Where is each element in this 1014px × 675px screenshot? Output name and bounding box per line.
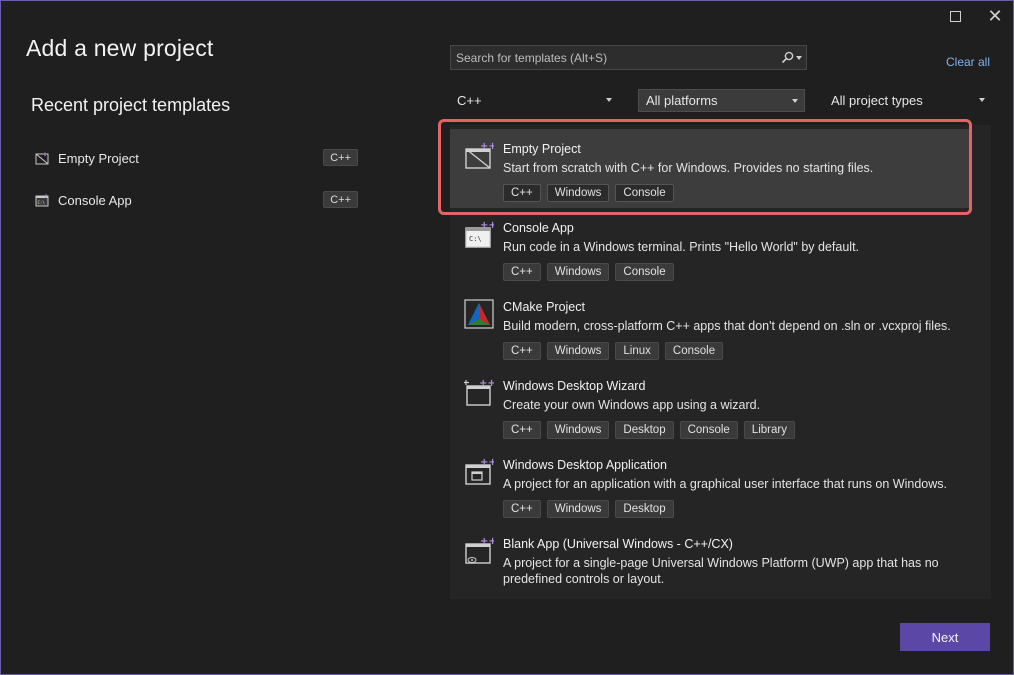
empty-project-icon: [34, 151, 50, 165]
chevron-down-icon: [792, 99, 798, 103]
cmake-icon: [464, 299, 494, 329]
template-tag: Windows: [546, 184, 610, 202]
template-description: Build modern, cross-platform C++ apps th…: [503, 319, 951, 333]
dialog-window: ✕ Add a new project Recent project templ…: [0, 0, 1014, 675]
svg-text:++: ++: [480, 220, 494, 231]
template-name: Empty Project: [503, 142, 581, 156]
template-tag: C++: [503, 500, 541, 518]
template-windows-desktop-application[interactable]: ++ Windows Desktop Application A project…: [450, 445, 970, 524]
recent-item-label: Console App: [58, 192, 132, 208]
template-name: CMake Project: [503, 300, 585, 314]
template-tags: C++ Windows Desktop: [503, 500, 674, 518]
svg-text:++: ++: [480, 536, 494, 547]
recent-item-empty-project[interactable]: Empty Project C++: [31, 145, 361, 171]
search-options-button[interactable]: [776, 46, 806, 69]
template-tag: Windows: [546, 263, 610, 281]
search-icon: [781, 51, 793, 64]
template-tags: C++ Windows Desktop Console Library: [503, 421, 795, 439]
template-description: Create your own Windows app using a wiza…: [503, 398, 761, 412]
template-tag: Console: [615, 263, 674, 281]
template-tags: C++ Windows Console: [503, 263, 674, 281]
template-console-app[interactable]: C:\ ++ Console App Run code in a Windows…: [450, 208, 970, 287]
maximize-button[interactable]: [940, 5, 970, 27]
template-windows-desktop-wizard[interactable]: ++ Windows Desktop Wizard Create your ow…: [450, 366, 970, 445]
close-icon: ✕: [987, 5, 1003, 26]
template-blank-app-uwp[interactable]: ++ Blank App (Universal Windows - C++/CX…: [450, 524, 970, 599]
next-button[interactable]: Next: [900, 623, 990, 651]
close-button[interactable]: ✕: [980, 5, 1010, 27]
svg-text:C:\: C:\: [37, 200, 45, 205]
recent-item-tag: C++: [323, 191, 358, 208]
svg-text:++: ++: [480, 141, 494, 152]
template-name: Windows Desktop Application: [503, 458, 667, 472]
platform-filter-dropdown[interactable]: All platforms: [638, 89, 805, 112]
recent-item-label: Empty Project: [58, 150, 139, 166]
template-search-box: [450, 45, 807, 70]
template-description: Run code in a Windows terminal. Prints "…: [503, 240, 860, 254]
template-cmake-project[interactable]: CMake Project Build modern, cross-platfo…: [450, 287, 970, 366]
recent-item-tag: C++: [323, 149, 358, 166]
template-tag: Desktop: [615, 500, 674, 518]
console-app-icon: C:\ ++: [464, 220, 497, 250]
template-tag: Library: [743, 421, 795, 439]
template-tag: Windows: [546, 500, 610, 518]
template-tag: Console: [615, 184, 674, 202]
platform-filter-value: All platforms: [646, 93, 718, 108]
recent-templates-heading: Recent project templates: [31, 95, 231, 115]
maximize-icon: [949, 10, 961, 22]
template-tag: Windows: [546, 342, 610, 360]
language-filter-value: C++: [457, 93, 482, 108]
clear-all-link[interactable]: Clear all: [946, 55, 990, 69]
template-list[interactable]: ++ Empty Project Start from scratch with…: [450, 125, 991, 599]
language-filter-dropdown[interactable]: C++: [450, 89, 618, 112]
svg-text:++: ++: [480, 457, 494, 468]
template-description: A project for an application with a grap…: [503, 477, 947, 491]
template-tags: C++ Windows Console: [503, 184, 674, 202]
svg-text:++: ++: [479, 378, 494, 389]
chevron-down-icon: [606, 98, 612, 102]
template-name: Console App: [503, 221, 574, 235]
template-tag: C++: [503, 184, 541, 202]
wizard-icon: ++: [464, 378, 496, 408]
uwp-app-icon: ++: [464, 536, 497, 566]
template-empty-project[interactable]: ++ Empty Project Start from scratch with…: [450, 129, 970, 208]
svg-text:C:\: C:\: [469, 235, 482, 243]
template-tag: C++: [503, 342, 541, 360]
template-tags: C++ Windows Linux Console: [503, 342, 724, 360]
console-app-icon: C:\: [34, 193, 50, 207]
recent-item-console-app[interactable]: C:\ Console App C++: [31, 187, 361, 213]
search-input[interactable]: [451, 46, 776, 69]
template-tag: C++: [503, 263, 541, 281]
template-name: Windows Desktop Wizard: [503, 379, 646, 393]
template-tag: Linux: [615, 342, 659, 360]
template-description: A project for a single-page Universal Wi…: [503, 556, 939, 586]
page-title: Add a new project: [26, 35, 214, 61]
template-name: Blank App (Universal Windows - C++/CX): [503, 537, 733, 551]
desktop-app-icon: ++: [464, 457, 497, 487]
chevron-down-icon: [979, 98, 985, 102]
template-tag: Desktop: [615, 421, 674, 439]
project-type-filter-dropdown[interactable]: All project types: [824, 89, 991, 112]
template-tag: Console: [679, 421, 738, 439]
project-type-filter-value: All project types: [831, 93, 923, 108]
template-tag: Console: [664, 342, 724, 360]
template-tag: C++: [503, 421, 541, 439]
template-description: Start from scratch with C++ for Windows.…: [503, 161, 874, 175]
empty-project-icon: ++: [464, 141, 497, 171]
chevron-down-icon: [795, 55, 802, 60]
template-tag: Windows: [546, 421, 610, 439]
